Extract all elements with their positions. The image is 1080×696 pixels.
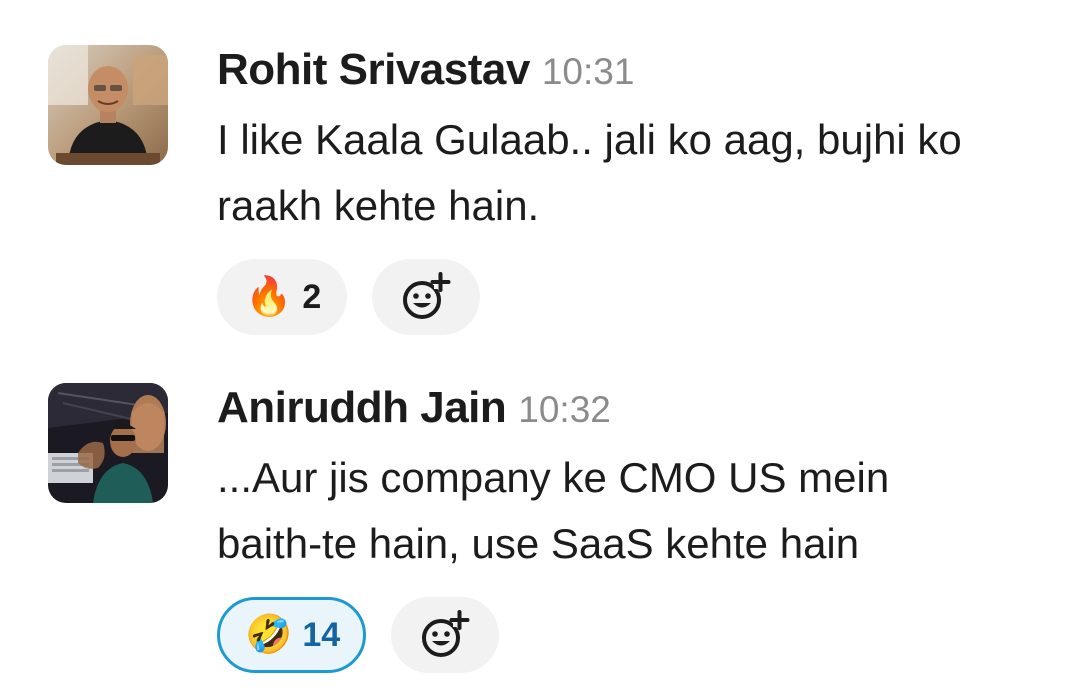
author-name[interactable]: Aniruddh Jain <box>217 383 507 433</box>
message-header: Rohit Srivastav 10:31 <box>217 45 1050 105</box>
rofl-emoji-icon: 🤣 <box>245 614 293 656</box>
reactions-bar: 🔥 2 <box>217 259 1050 335</box>
add-reaction-icon <box>403 272 451 319</box>
avatar-aniruddh-jain[interactable] <box>48 383 168 503</box>
reaction-fire[interactable]: 🔥 2 <box>217 259 348 335</box>
reaction-count: 2 <box>302 277 322 316</box>
fire-emoji-icon: 🔥 <box>245 276 293 318</box>
reactions-bar: 🤣 14 <box>217 597 1050 673</box>
message-text-line: baith-te hain, use SaaS kehte hain <box>217 520 860 567</box>
avatar-rohit-srivastav[interactable] <box>48 45 168 165</box>
add-reaction-icon <box>422 610 470 657</box>
message-text-line: I like Kaala Gulaab.. jali ko aag, bujhi… <box>217 116 962 163</box>
message-header: Aniruddh Jain 10:32 <box>217 383 1050 443</box>
author-name[interactable]: Rohit Srivastav <box>217 45 530 95</box>
reaction-rofl[interactable]: 🤣 14 <box>217 597 367 673</box>
add-reaction-button[interactable] <box>372 259 481 335</box>
message-text: ...Aur jis company ke CMO US mein baith-… <box>217 445 1050 577</box>
message-text: I like Kaala Gulaab.. jali ko aag, bujhi… <box>217 107 1050 239</box>
message-text-line: raakh kehte hain. <box>217 182 540 229</box>
timestamp[interactable]: 10:32 <box>518 389 611 431</box>
timestamp[interactable]: 10:31 <box>542 51 635 93</box>
reaction-count: 14 <box>302 615 341 654</box>
add-reaction-button[interactable] <box>391 597 500 673</box>
message-text-line: ...Aur jis company ke CMO US mein <box>217 454 890 501</box>
